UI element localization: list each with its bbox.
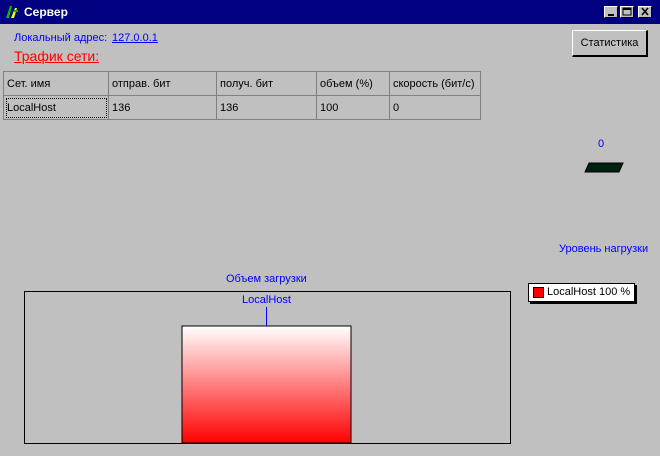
statistics-button[interactable]: Статистика [572, 30, 648, 57]
cell-sent-bits[interactable]: 136 [108, 95, 217, 120]
maximize-button[interactable] [620, 6, 634, 18]
load-gauge-indicator [584, 162, 624, 173]
bar-category-label: LocalHost [242, 294, 291, 306]
minimize-icon [608, 14, 614, 16]
column-header-volume[interactable]: объем (%) [316, 71, 390, 96]
minimize-button[interactable] [604, 6, 618, 18]
traffic-table[interactable]: Сет. имя отправ. бит получ. бит объем (%… [3, 71, 481, 120]
cell-volume-percent[interactable]: 100 [316, 95, 390, 120]
load-gauge-label: Уровень нагрузки [559, 243, 649, 255]
cell-speed[interactable]: 0 [389, 95, 481, 120]
close-button[interactable] [638, 6, 652, 18]
chart-title: Объем загрузки [226, 273, 307, 285]
column-header-name[interactable]: Сет. имя [3, 71, 109, 96]
chart-legend: LocalHost 100 % [528, 283, 635, 302]
column-header-received[interactable]: получ. бит [216, 71, 317, 96]
column-header-speed[interactable]: скорость (бит/с) [389, 71, 481, 96]
column-header-sent[interactable]: отправ. бит [108, 71, 217, 96]
maximize-icon [622, 7, 632, 16]
app-icon [6, 6, 18, 18]
local-address-label: Локальный адрес: [14, 32, 108, 44]
table-header-row: Сет. имя отправ. бит получ. бит объем (%… [3, 71, 481, 96]
table-row[interactable]: LocalHost 136 136 100 0 [3, 95, 481, 120]
close-icon [641, 7, 649, 16]
chart-bar [181, 325, 352, 443]
legend-entry: LocalHost 100 % [547, 286, 631, 298]
local-address-link[interactable]: 127.0.0.1 [112, 32, 158, 44]
traffic-title[interactable]: Трафик сети: [14, 48, 99, 64]
cell-host-name[interactable]: LocalHost [3, 95, 109, 120]
window-title: Сервер [24, 5, 68, 19]
title-bar[interactable]: Сервер [0, 0, 660, 24]
load-gauge-value: 0 [598, 138, 605, 150]
chart-area: LocalHost [24, 291, 511, 444]
cell-received-bits[interactable]: 136 [216, 95, 317, 120]
load-chart: LocalHost [181, 294, 352, 443]
legend-swatch [533, 287, 544, 298]
